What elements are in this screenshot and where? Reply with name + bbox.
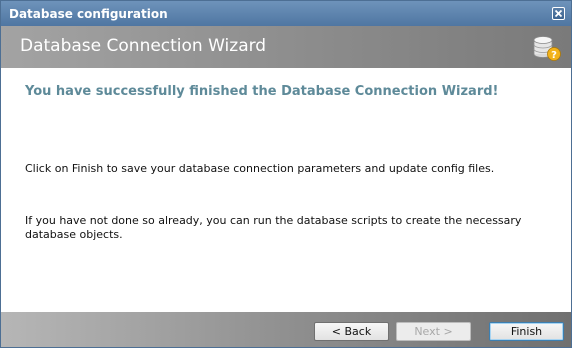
wizard-footer: < Back Next > Finish [1,312,571,347]
wizard-content: You have successfully finished the Datab… [1,68,571,312]
database-help-icon: ? [533,36,561,61]
window-title: Database configuration [9,7,168,21]
wizard-title: Database Connection Wizard [20,36,267,56]
dialog-window: Database configuration Database Connecti… [0,0,572,348]
svg-text:?: ? [551,50,557,61]
next-button[interactable]: Next > [396,322,471,341]
scripts-info-text: If you have not done so already, you can… [25,214,522,241]
title-bar[interactable]: Database configuration [1,1,571,26]
wizard-header: Database Connection Wizard ? [1,26,571,68]
close-icon [554,9,563,18]
back-button[interactable]: < Back [314,322,389,341]
completion-headline: You have successfully finished the Datab… [25,84,499,99]
finish-button[interactable]: Finish [489,322,564,341]
close-button[interactable] [552,7,565,20]
finish-instruction-text: Click on Finish to save your database co… [25,162,495,175]
